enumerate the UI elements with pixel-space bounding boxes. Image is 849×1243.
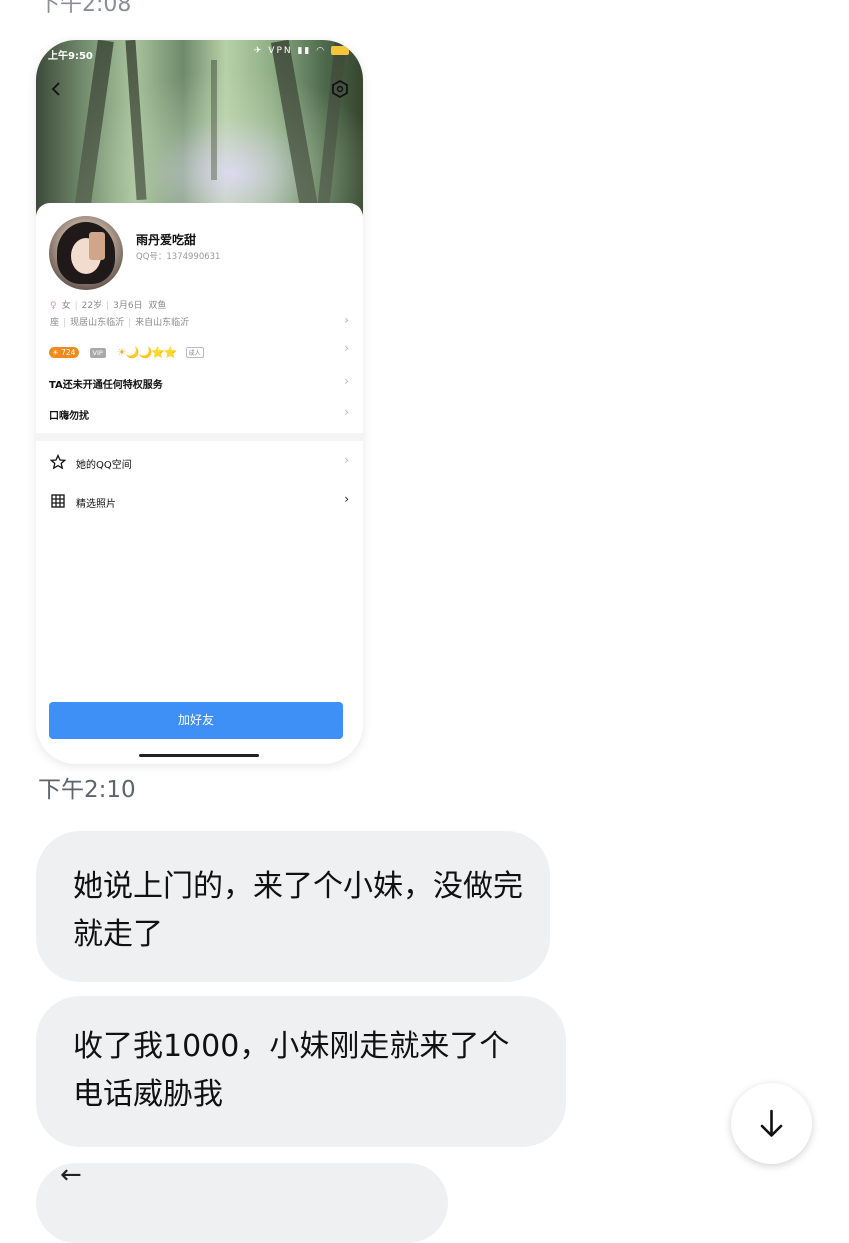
arrow-down-icon	[760, 1109, 783, 1137]
qq-number: QQ号：1374990631	[136, 252, 221, 262]
message-timestamp: 下午2:10	[38, 777, 136, 803]
signal-icon: ▮▮	[297, 46, 312, 56]
photos-menu-item[interactable]: 精选照片	[76, 495, 116, 510]
nickname: 雨丹爱吃甜	[136, 233, 197, 247]
profile-screenshot-image[interactable]: 上午9:50 ✈ VPN ▮▮ ◠ 雨丹爱吃甜 QQ号：1374990631 ♀…	[36, 40, 363, 764]
home-indicator	[139, 754, 259, 757]
info-line-basic[interactable]: ♀ 女 | 22岁 | 3月6日 双鱼	[50, 298, 166, 311]
scroll-to-bottom-button[interactable]	[731, 1083, 812, 1164]
status-time: 上午9:50	[48, 51, 93, 62]
info-line-location[interactable]: 座 | 现居山东临沂 | 来自山东临沂	[50, 315, 189, 328]
privilege-row[interactable]: TA还未开通任何特权服务	[49, 376, 163, 391]
birthday: 3月6日	[113, 301, 143, 311]
hexagon-settings-icon	[332, 79, 348, 99]
level-badge: ☀ 724	[49, 347, 80, 358]
section-divider	[36, 433, 363, 441]
chevron-left-icon	[51, 82, 60, 96]
vip-badge: VIP	[89, 347, 106, 358]
qzone-menu-item[interactable]: 她的QQ空间	[76, 456, 132, 471]
chevron-right-icon: ›	[344, 405, 349, 419]
vpn-icon: VPN	[268, 46, 293, 56]
chevron-right-icon: ›	[344, 374, 349, 388]
status-icons: ✈ VPN ▮▮ ◠	[254, 46, 349, 56]
wifi-icon: ◠	[316, 46, 327, 56]
back-button[interactable]	[46, 78, 68, 100]
zodiac-suffix: 座	[50, 318, 60, 328]
chevron-right-icon: ›	[344, 453, 349, 467]
chevron-right-icon: ›	[344, 341, 349, 355]
add-friend-button[interactable]: 加好友	[49, 702, 343, 739]
message-text: 收了我1000，小妹刚走就来了个电话威胁我	[73, 1029, 510, 1112]
hometown: 来自山东临沂	[135, 318, 190, 328]
profile-cover-image	[36, 40, 363, 230]
avatar[interactable]	[49, 216, 123, 290]
message-bubble[interactable]	[36, 1163, 448, 1243]
profile-sheet: 雨丹爱吃甜 QQ号：1374990631 ♀ 女 | 22岁 | 3月6日 双鱼 座 | 现居…	[36, 203, 363, 764]
settings-button[interactable]	[329, 78, 351, 100]
female-icon: ♀	[50, 301, 57, 311]
top-partial-timestamp: 下午2:08	[38, 0, 132, 17]
message-bubble[interactable]: 收了我1000，小妹刚走就来了个电话威胁我	[36, 996, 566, 1147]
message-text: 她说上门的，来了个小妹，没做完就走了	[73, 869, 523, 952]
age: 22岁	[81, 301, 103, 311]
notification-icon: ✈	[253, 46, 264, 56]
gender: 女	[61, 301, 71, 311]
chevron-right-icon: ›	[344, 492, 349, 506]
badge-row[interactable]: ☀ 724 VIP ☀🌙🌙⭐⭐ 成人	[49, 342, 204, 359]
zodiac: 双鱼	[148, 301, 167, 311]
back-arrow-icon: ←	[60, 1160, 82, 1190]
chevron-right-icon: ›	[344, 313, 349, 327]
status-bar: 上午9:50 ✈ VPN ▮▮ ◠	[36, 40, 363, 66]
adult-icon: 成人	[185, 347, 204, 358]
battery-icon	[331, 46, 349, 55]
message-bubble[interactable]: 她说上门的，来了个小妹，没做完就走了	[36, 831, 550, 982]
residence: 现居山东临沂	[70, 318, 125, 328]
signature-row[interactable]: 口嗨勿扰	[49, 407, 89, 422]
star-icon	[50, 454, 66, 470]
grid-icon	[51, 494, 65, 508]
level-icons: ☀🌙🌙⭐⭐	[116, 346, 178, 359]
